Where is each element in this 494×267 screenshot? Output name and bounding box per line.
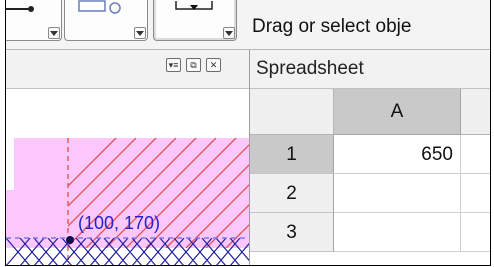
style-bar-toggle-icon[interactable]: ▾≡ — [166, 58, 181, 72]
chevron-down-icon[interactable] — [50, 31, 58, 36]
cell-b2[interactable] — [461, 174, 490, 213]
tool-button-point[interactable] — [153, 0, 237, 41]
column-header-a[interactable]: A — [334, 89, 461, 135]
cell-b1[interactable] — [461, 135, 490, 174]
row-header-2[interactable]: 2 — [250, 174, 334, 213]
app-window: Drag or select obje ▾≡ ⧉ ✕ (100, 170) Sp… — [5, 0, 491, 266]
row-header-1[interactable]: 1 — [250, 135, 334, 174]
spreadsheet-view: Spreadsheet A 1 650 2 3 — [250, 50, 490, 265]
select-all-corner[interactable] — [250, 89, 334, 135]
maximize-view-icon[interactable]: ⧉ — [186, 58, 201, 72]
cell-b3[interactable] — [461, 213, 490, 252]
tool-button-polygon[interactable] — [64, 0, 148, 41]
polygon-tool-icon — [78, 0, 121, 14]
spreadsheet-titlebar: Spreadsheet — [250, 50, 490, 89]
graphics-canvas[interactable]: (100, 170) — [6, 89, 249, 266]
toolbar: Drag or select obje — [6, 0, 490, 50]
point-tool-icon — [175, 1, 213, 10]
point-marker[interactable] — [66, 236, 74, 244]
chevron-down-icon[interactable] — [136, 31, 144, 36]
graphics-view: ▾≡ ⧉ ✕ (100, 170) — [6, 50, 250, 266]
cell-a2[interactable] — [334, 174, 461, 213]
toolbar-help-text: Drag or select obje — [252, 16, 412, 37]
column-header-b[interactable] — [461, 89, 490, 135]
white-gap — [6, 138, 14, 190]
close-view-icon[interactable]: ✕ — [206, 58, 221, 72]
cell-a1[interactable]: 650 — [334, 135, 461, 174]
point-label: (100, 170) — [78, 213, 160, 233]
cell-a3[interactable] — [334, 213, 461, 252]
chevron-down-icon[interactable] — [225, 31, 233, 36]
tool-button-shape[interactable] — [6, 0, 62, 41]
graphics-view-titlebar: ▾≡ ⧉ ✕ — [6, 50, 249, 89]
row-header-3[interactable]: 3 — [250, 213, 334, 252]
spreadsheet-title: Spreadsheet — [256, 58, 364, 79]
